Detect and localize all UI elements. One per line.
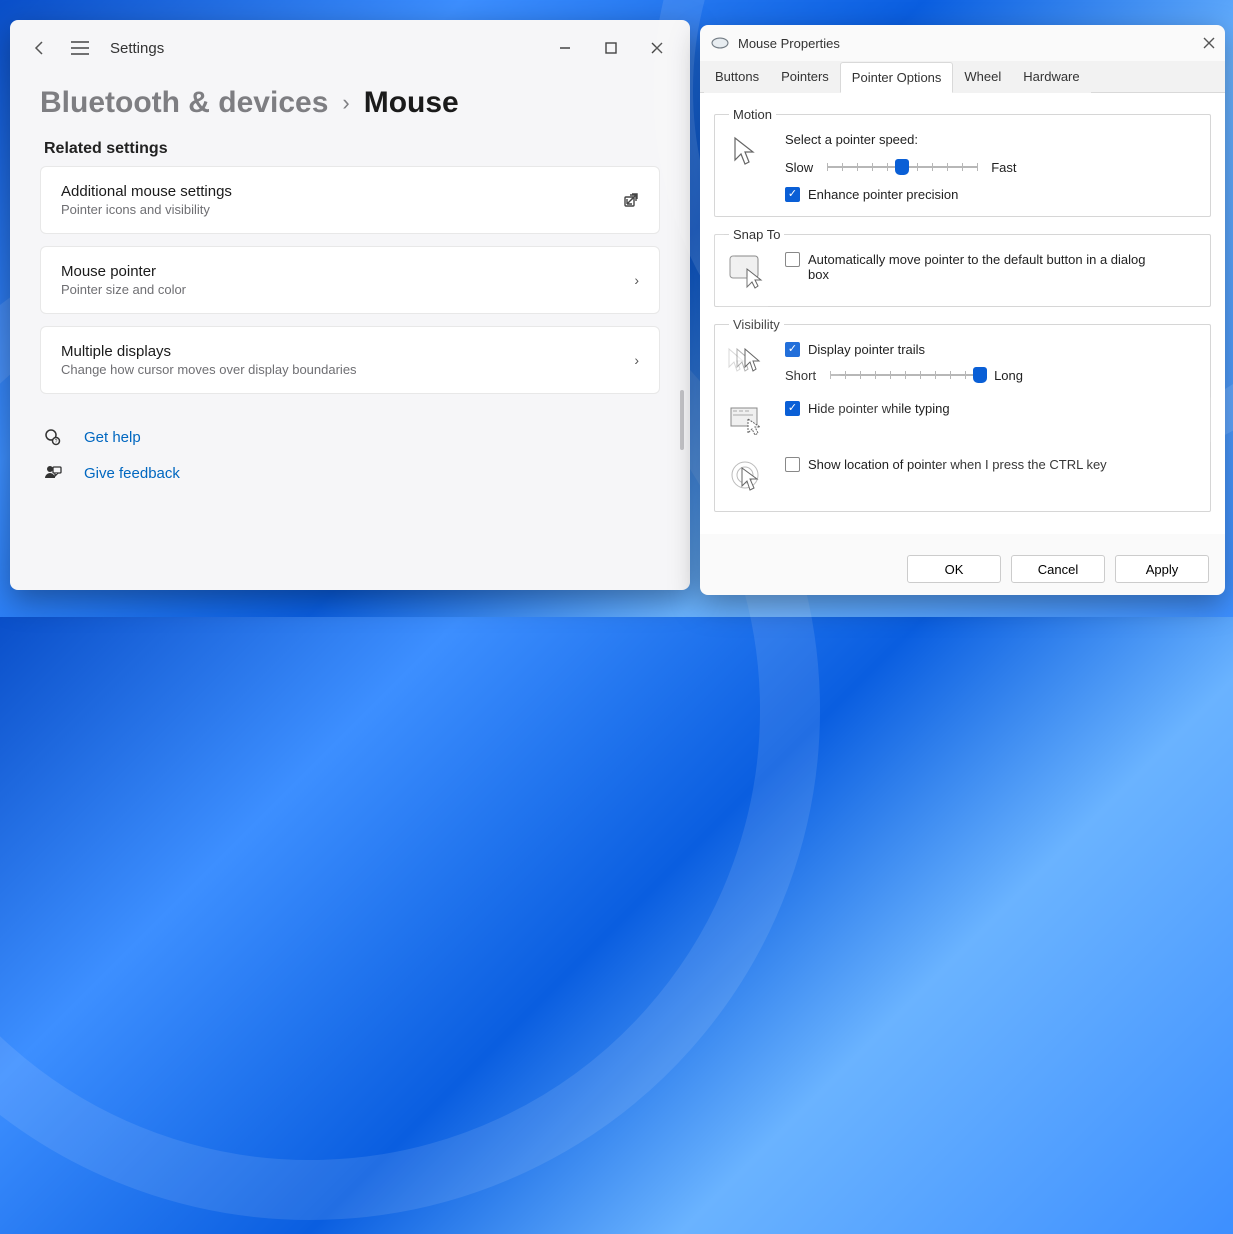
checkbox-checked-icon: ✓ — [785, 401, 800, 416]
trails-icon — [727, 342, 767, 382]
hamburger-menu[interactable] — [60, 28, 100, 68]
breadcrumb-current: Mouse — [364, 86, 459, 120]
chevron-right-icon: › — [634, 352, 639, 368]
hide-typing-row[interactable]: ✓ Hide pointer while typing — [785, 401, 950, 416]
enhance-precision-label: Enhance pointer precision — [808, 187, 958, 202]
card-subtitle: Pointer icons and visibility — [61, 202, 232, 217]
card-title: Multiple displays — [61, 343, 357, 360]
tab-bar: Buttons Pointers Pointer Options Wheel H… — [700, 61, 1225, 93]
breadcrumb-parent[interactable]: Bluetooth & devices — [40, 86, 328, 120]
tab-hardware[interactable]: Hardware — [1012, 62, 1090, 93]
give-feedback-link[interactable]: Give feedback — [44, 464, 656, 482]
related-settings-list: Additional mouse settings Pointer icons … — [10, 166, 690, 394]
mouse-properties-window: Mouse Properties Buttons Pointers Pointe… — [700, 25, 1225, 595]
card-title: Mouse pointer — [61, 263, 186, 280]
trails-length-slider[interactable] — [830, 365, 980, 385]
checkbox-checked-icon: ✓ — [785, 342, 800, 357]
snap-auto-row[interactable]: Automatically move pointer to the defaul… — [785, 252, 1168, 282]
help-icon: ? — [44, 428, 66, 446]
tab-pane: Motion Select a pointer speed: Slow Fast — [700, 93, 1225, 534]
card-additional-mouse-settings[interactable]: Additional mouse settings Pointer icons … — [40, 166, 660, 234]
card-mouse-pointer[interactable]: Mouse pointer Pointer size and color › — [40, 246, 660, 314]
maximize-button[interactable] — [588, 32, 634, 64]
enhance-precision-row[interactable]: ✓ Enhance pointer precision — [785, 187, 1198, 202]
snap-auto-label: Automatically move pointer to the defaul… — [808, 252, 1168, 282]
minimize-button[interactable] — [542, 32, 588, 64]
tab-wheel[interactable]: Wheel — [953, 62, 1012, 93]
hide-typing-icon — [727, 401, 767, 441]
cancel-button[interactable]: Cancel — [1011, 555, 1105, 583]
chevron-right-icon: › — [342, 90, 349, 116]
app-title: Settings — [110, 40, 164, 57]
card-title: Additional mouse settings — [61, 183, 232, 200]
hide-typing-label: Hide pointer while typing — [808, 401, 950, 416]
slow-label: Slow — [785, 160, 813, 175]
trails-row[interactable]: ✓ Display pointer trails — [785, 342, 1198, 357]
trails-label: Display pointer trails — [808, 342, 925, 357]
group-legend: Snap To — [729, 227, 784, 242]
dialog-title: Mouse Properties — [738, 36, 840, 51]
checkbox-checked-icon: ✓ — [785, 187, 800, 202]
tab-buttons[interactable]: Buttons — [704, 62, 770, 93]
pointer-speed-slider[interactable] — [827, 157, 977, 177]
dialog-titlebar: Mouse Properties — [700, 25, 1225, 61]
pointer-speed-label: Select a pointer speed: — [785, 132, 1198, 147]
fast-label: Fast — [991, 160, 1016, 175]
feedback-icon — [44, 464, 66, 482]
close-button[interactable] — [1203, 37, 1215, 49]
settings-header: Settings — [10, 20, 690, 76]
ok-button[interactable]: OK — [907, 555, 1001, 583]
group-legend: Visibility — [729, 317, 784, 332]
settings-window: Settings Bluetooth & devices › Mouse Rel… — [10, 20, 690, 590]
svg-text:?: ? — [55, 439, 58, 445]
mouse-icon — [710, 36, 730, 50]
ctrl-locate-row[interactable]: Show location of pointer when I press th… — [785, 457, 1107, 472]
card-subtitle: Change how cursor moves over display bou… — [61, 362, 357, 377]
chevron-right-icon: › — [634, 272, 639, 288]
short-label: Short — [785, 368, 816, 383]
apply-button[interactable]: Apply — [1115, 555, 1209, 583]
breadcrumb: Bluetooth & devices › Mouse — [10, 76, 690, 128]
motion-group: Motion Select a pointer speed: Slow Fast — [714, 107, 1211, 217]
long-label: Long — [994, 368, 1023, 383]
section-title: Related settings — [10, 128, 690, 166]
scrollbar[interactable] — [680, 390, 684, 450]
back-button[interactable] — [20, 28, 60, 68]
snap-to-group: Snap To Automatically move pointer to th… — [714, 227, 1211, 307]
close-button[interactable] — [634, 32, 680, 64]
window-controls — [542, 32, 680, 64]
dialog-buttons: OK Cancel Apply — [907, 555, 1209, 583]
get-help-link[interactable]: ? Get help — [44, 428, 656, 446]
card-multiple-displays[interactable]: Multiple displays Change how cursor move… — [40, 326, 660, 394]
card-subtitle: Pointer size and color — [61, 282, 186, 297]
link-label: Get help — [84, 429, 141, 446]
checkbox-unchecked-icon — [785, 252, 800, 267]
pointer-icon — [727, 132, 767, 172]
snap-icon — [727, 252, 767, 292]
tab-pointers[interactable]: Pointers — [770, 62, 840, 93]
tab-pointer-options[interactable]: Pointer Options — [840, 62, 954, 93]
external-link-icon — [623, 192, 639, 208]
group-legend: Motion — [729, 107, 776, 122]
ctrl-locate-icon — [727, 457, 767, 497]
visibility-group: Visibility ✓ Display pointer trails — [714, 317, 1211, 512]
checkbox-unchecked-icon — [785, 457, 800, 472]
link-label: Give feedback — [84, 465, 180, 482]
help-links: ? Get help Give feedback — [10, 408, 690, 502]
ctrl-locate-label: Show location of pointer when I press th… — [808, 457, 1107, 472]
